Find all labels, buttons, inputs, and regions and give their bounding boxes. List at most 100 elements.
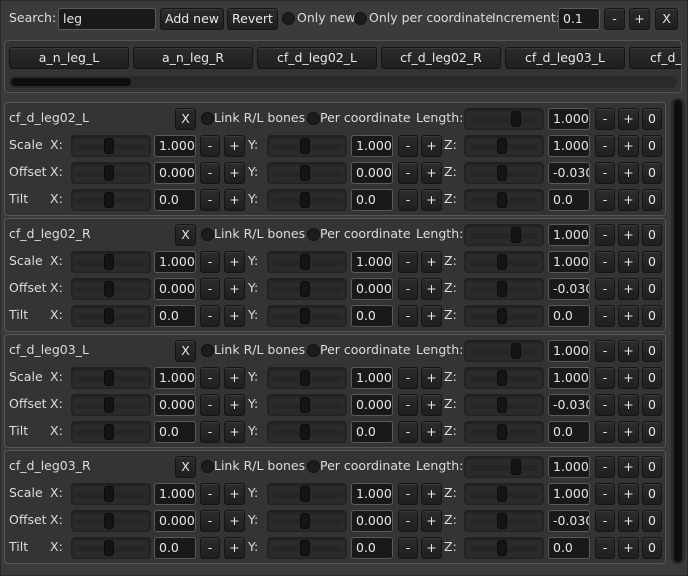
tilt-y-input[interactable]: 0.0 [351, 537, 393, 559]
tilt-y-slider[interactable] [267, 421, 347, 443]
tilt-z-minus-button[interactable]: - [595, 189, 615, 211]
length-slider-thumb[interactable] [511, 343, 521, 359]
tilt-z-slider[interactable] [464, 189, 544, 211]
scale-reset-button[interactable]: 0 [642, 367, 662, 389]
length-reset-button[interactable]: 0 [642, 108, 662, 130]
scale-y-minus-button[interactable]: - [398, 135, 418, 157]
length-minus-button[interactable]: - [595, 456, 615, 478]
length-slider-thumb[interactable] [511, 227, 521, 243]
offset-x-slider-thumb[interactable] [104, 165, 114, 181]
tilt-z-slider[interactable] [464, 421, 544, 443]
link-rl-toggle[interactable] [201, 460, 214, 473]
tilt-x-input[interactable]: 0.0 [154, 189, 196, 211]
scale-reset-button[interactable]: 0 [642, 135, 662, 157]
scale-z-slider-thumb[interactable] [497, 486, 507, 502]
tilt-z-slider-thumb[interactable] [497, 192, 507, 208]
tilt-x-input[interactable]: 0.0 [154, 421, 196, 443]
scale-z-slider[interactable] [464, 367, 544, 389]
length-reset-button[interactable]: 0 [642, 456, 662, 478]
scale-y-slider-thumb[interactable] [300, 486, 310, 502]
tilt-y-input[interactable]: 0.0 [351, 189, 393, 211]
scale-x-plus-button[interactable]: + [224, 483, 245, 505]
tilt-x-plus-button[interactable]: + [224, 421, 245, 443]
offset-z-slider-thumb[interactable] [497, 397, 507, 413]
scale-y-slider[interactable] [267, 483, 347, 505]
scale-y-plus-button[interactable]: + [421, 251, 442, 273]
tilt-x-minus-button[interactable]: - [200, 305, 220, 327]
tilt-z-plus-button[interactable]: + [618, 189, 639, 211]
offset-y-minus-button[interactable]: - [398, 278, 418, 300]
bone-tab-partial[interactable]: cf_d_le [629, 47, 681, 69]
tilt-x-slider-thumb[interactable] [104, 308, 114, 324]
offset-x-input[interactable]: 0.000 [154, 278, 196, 300]
offset-x-slider[interactable] [71, 162, 151, 184]
tilt-x-input[interactable]: 0.0 [154, 537, 196, 559]
scale-x-slider-thumb[interactable] [104, 370, 114, 386]
offset-reset-button[interactable]: 0 [642, 162, 662, 184]
tilt-y-slider-thumb[interactable] [300, 540, 310, 556]
tilt-z-slider-thumb[interactable] [497, 308, 507, 324]
offset-y-minus-button[interactable]: - [398, 394, 418, 416]
bone-tab-cf-d-leg02-l[interactable]: cf_d_leg02_L [257, 47, 377, 69]
tilt-z-input[interactable]: 0.0 [548, 305, 590, 327]
offset-x-slider-thumb[interactable] [104, 397, 114, 413]
tilt-y-minus-button[interactable]: - [398, 421, 418, 443]
bones-vertical-scrollbar[interactable] [671, 98, 685, 564]
scale-y-input[interactable]: 1.000 [351, 135, 393, 157]
tilt-x-slider[interactable] [71, 189, 151, 211]
scale-z-minus-button[interactable]: - [595, 135, 615, 157]
scale-z-minus-button[interactable]: - [595, 251, 615, 273]
length-plus-button[interactable]: + [618, 340, 639, 362]
offset-y-slider-thumb[interactable] [300, 513, 310, 529]
offset-x-slider-thumb[interactable] [104, 513, 114, 529]
revert-button[interactable]: Revert [227, 8, 278, 30]
tabs-horizontal-scrollbar[interactable] [9, 76, 677, 88]
bone-tab-cf-d-leg02-r[interactable]: cf_d_leg02_R [381, 47, 501, 69]
tilt-z-slider-thumb[interactable] [497, 540, 507, 556]
tilt-z-input[interactable]: 0.0 [548, 189, 590, 211]
tilt-x-plus-button[interactable]: + [224, 537, 245, 559]
offset-z-minus-button[interactable]: - [595, 510, 615, 532]
bone-close-button[interactable]: X [175, 224, 196, 246]
scale-z-input[interactable]: 1.000 [548, 367, 590, 389]
offset-z-minus-button[interactable]: - [595, 162, 615, 184]
offset-y-minus-button[interactable]: - [398, 510, 418, 532]
length-plus-button[interactable]: + [618, 456, 639, 478]
tilt-x-slider-thumb[interactable] [104, 540, 114, 556]
tilt-y-minus-button[interactable]: - [398, 537, 418, 559]
tilt-y-slider-thumb[interactable] [300, 308, 310, 324]
scale-x-plus-button[interactable]: + [224, 367, 245, 389]
add-new-button[interactable]: Add new [160, 8, 224, 30]
scale-z-input[interactable]: 1.000 [548, 251, 590, 273]
scale-x-input[interactable]: 1.000 [154, 483, 196, 505]
per-coordinate-toggle[interactable] [307, 344, 320, 357]
tilt-y-slider[interactable] [267, 305, 347, 327]
length-slider-thumb[interactable] [511, 111, 521, 127]
tilt-y-minus-button[interactable]: - [398, 189, 418, 211]
offset-y-slider-thumb[interactable] [300, 281, 310, 297]
tilt-z-minus-button[interactable]: - [595, 421, 615, 443]
tilt-y-plus-button[interactable]: + [421, 421, 442, 443]
offset-y-slider[interactable] [267, 394, 347, 416]
scale-x-slider[interactable] [71, 135, 151, 157]
offset-z-plus-button[interactable]: + [618, 510, 639, 532]
tilt-x-plus-button[interactable]: + [224, 305, 245, 327]
tilt-reset-button[interactable]: 0 [642, 537, 662, 559]
scale-x-minus-button[interactable]: - [200, 483, 220, 505]
length-minus-button[interactable]: - [595, 340, 615, 362]
tilt-x-slider-thumb[interactable] [104, 192, 114, 208]
offset-x-slider[interactable] [71, 510, 151, 532]
close-window-button[interactable]: X [655, 8, 678, 30]
tilt-z-slider-thumb[interactable] [497, 424, 507, 440]
scale-x-slider-thumb[interactable] [104, 254, 114, 270]
scale-z-input[interactable]: 1.000 [548, 483, 590, 505]
scale-z-slider-thumb[interactable] [497, 254, 507, 270]
length-input[interactable]: 1.000 [548, 456, 590, 478]
tilt-z-plus-button[interactable]: + [618, 305, 639, 327]
link-rl-toggle[interactable] [201, 228, 214, 241]
length-input[interactable]: 1.000 [548, 340, 590, 362]
offset-z-slider[interactable] [464, 394, 544, 416]
scale-y-minus-button[interactable]: - [398, 367, 418, 389]
scale-x-slider[interactable] [71, 251, 151, 273]
scale-z-slider[interactable] [464, 251, 544, 273]
